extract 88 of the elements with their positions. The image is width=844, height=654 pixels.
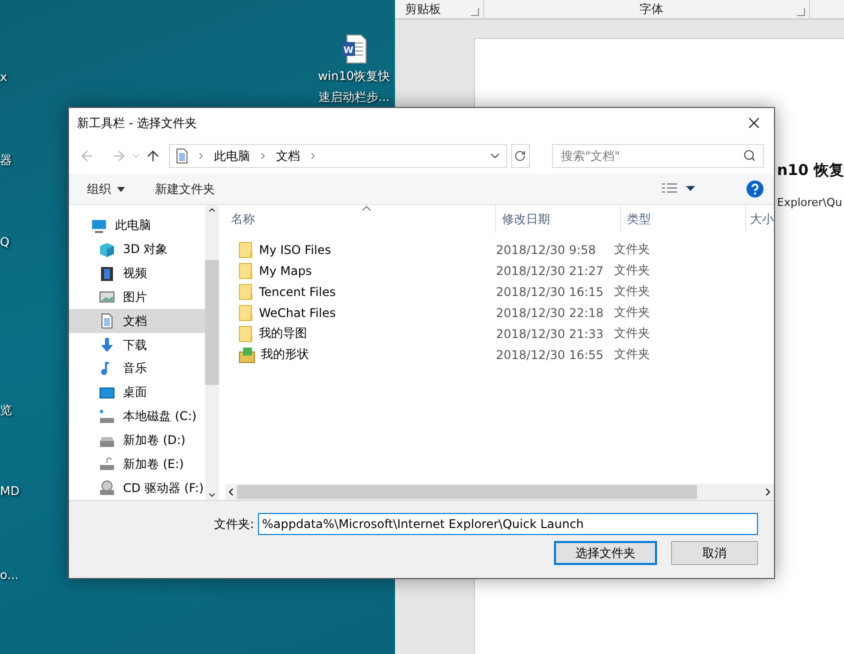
nav-pane-item[interactable]: 音乐: [69, 356, 205, 381]
folder-icon: [239, 262, 253, 278]
column-header[interactable]: 类型: [621, 205, 746, 233]
table-cell-text: 文件夹: [613, 283, 651, 300]
document-icon: [174, 148, 190, 164]
sort-caret-icon: [362, 206, 371, 211]
folder-icon: [239, 326, 253, 342]
ribbon-group-label: 剪贴板: [405, 0, 441, 18]
organize-menu[interactable]: 组织: [87, 180, 125, 198]
address-bar[interactable]: 此电脑 文档: [169, 144, 507, 168]
table-cell-text: 文件夹: [613, 325, 651, 342]
folder-icon: [239, 242, 253, 258]
cancel-button[interactable]: 取消: [671, 541, 758, 565]
search-field[interactable]: 搜索"文档": [552, 144, 764, 168]
monitor-icon: [99, 384, 115, 401]
nav-pane-item[interactable]: CD 驱动器 (F:): [69, 476, 205, 500]
dialog-launcher-icon[interactable]: [471, 8, 479, 16]
desktop-icon-label: x: [0, 70, 8, 84]
file-name[interactable]: WeChat Files: [225, 304, 489, 320]
nav-pane-item[interactable]: 新加卷 (E:): [69, 452, 205, 476]
nav-pane-item[interactable]: 图片: [69, 285, 205, 310]
document-heading: n10 恢复: [777, 161, 844, 180]
desktop-icon-label: o...: [0, 568, 19, 582]
film-icon: [99, 266, 115, 282]
file-name[interactable]: 我的导图: [225, 325, 489, 342]
document-text: Explorer\Qu: [777, 196, 844, 209]
breadcrumb-item[interactable]: 文档: [274, 148, 302, 164]
file-name[interactable]: Tencent Files: [225, 284, 489, 300]
nav-pane-item[interactable]: 新加卷 (D:): [69, 428, 205, 452]
column-header[interactable]: 大小: [746, 205, 774, 233]
desktop-icon-label: 速启动栏步...: [318, 89, 390, 106]
desktop-icon-label: MD: [0, 484, 20, 498]
table-cell-text: 2018/12/30 21:27: [495, 264, 605, 278]
nav-pane-item[interactable]: 视频: [69, 262, 205, 286]
caret-icon: [117, 186, 125, 192]
desktop-icon-label: Q: [0, 235, 10, 249]
desktop-icon-label: 览: [0, 402, 12, 419]
table-cell-text: 文件夹: [613, 304, 651, 321]
down-arrow-icon: [99, 337, 115, 354]
file-name[interactable]: My Maps: [225, 262, 489, 278]
refresh-button[interactable]: [510, 144, 530, 168]
dialog-launcher-icon[interactable]: [797, 8, 805, 16]
system-drive-icon: [99, 408, 115, 425]
column-header[interactable]: 修改日期: [496, 205, 621, 233]
nav-pane-item[interactable]: 下载: [69, 333, 205, 357]
forward-arrow-icon: [111, 148, 127, 164]
locked-drive-icon: [99, 456, 115, 472]
table-cell-text: 文件夹: [613, 346, 651, 363]
select-folder-button[interactable]: 选择文件夹: [554, 541, 657, 565]
file-name[interactable]: 我的形状: [225, 346, 489, 363]
refresh-icon: [514, 150, 526, 162]
up-button[interactable]: [145, 148, 161, 164]
column-header[interactable]: 名称: [225, 205, 496, 233]
table-cell-text: 2018/12/30 21:33: [495, 326, 605, 340]
document-icon: [99, 313, 115, 330]
nav-pane-item[interactable]: 桌面: [69, 380, 205, 405]
scroll-bar[interactable]: [205, 205, 219, 500]
table-cell-text: 2018/12/30 9:58: [495, 242, 597, 256]
folder-icon: [239, 284, 253, 300]
picture-icon: [99, 289, 115, 306]
table-cell-text: 2018/12/30 16:15: [495, 284, 605, 298]
computer-icon: [91, 218, 107, 234]
ribbon-group-label: 字体: [640, 0, 664, 18]
cube-icon: [99, 242, 115, 258]
scroll-bar[interactable]: [225, 484, 774, 500]
search-icon: [743, 149, 756, 162]
table-cell-text: 文件夹: [613, 241, 651, 258]
folder-input-field[interactable]: %appdata%\Microsoft\Internet Explorer\Quick Launch: [258, 513, 758, 535]
table-cell-text: 2018/12/30 16:55: [495, 348, 605, 362]
back-arrow-icon: [79, 148, 95, 164]
nav-pane-item[interactable]: 文档: [69, 309, 205, 334]
table-cell-text: 2018/12/30 22:18: [495, 306, 605, 320]
table-cell-text: 文件夹: [613, 262, 651, 279]
window-title: 新工具栏 - 选择文件夹: [77, 114, 197, 132]
view-options-icon[interactable]: [662, 183, 696, 195]
desktop-icon-label: win10恢复快: [318, 68, 390, 85]
breadcrumb-item[interactable]: 此电脑: [212, 148, 252, 164]
shapes-folder-icon: [239, 346, 255, 362]
nav-pane-item[interactable]: 本地磁盘 (C:): [69, 404, 205, 428]
nav-pane-item[interactable]: 此电脑: [69, 214, 205, 238]
folder-icon: [239, 304, 253, 320]
desktop-icon-label: 器: [0, 152, 12, 169]
cd-drive-icon: [99, 480, 115, 496]
help-icon[interactable]: [746, 180, 764, 198]
new-folder-button[interactable]: 新建文件夹: [155, 180, 215, 198]
file-name[interactable]: My ISO Files: [225, 242, 489, 258]
nav-pane-item[interactable]: 3D 对象: [69, 238, 205, 262]
field-label: 文件夹:: [214, 516, 254, 532]
